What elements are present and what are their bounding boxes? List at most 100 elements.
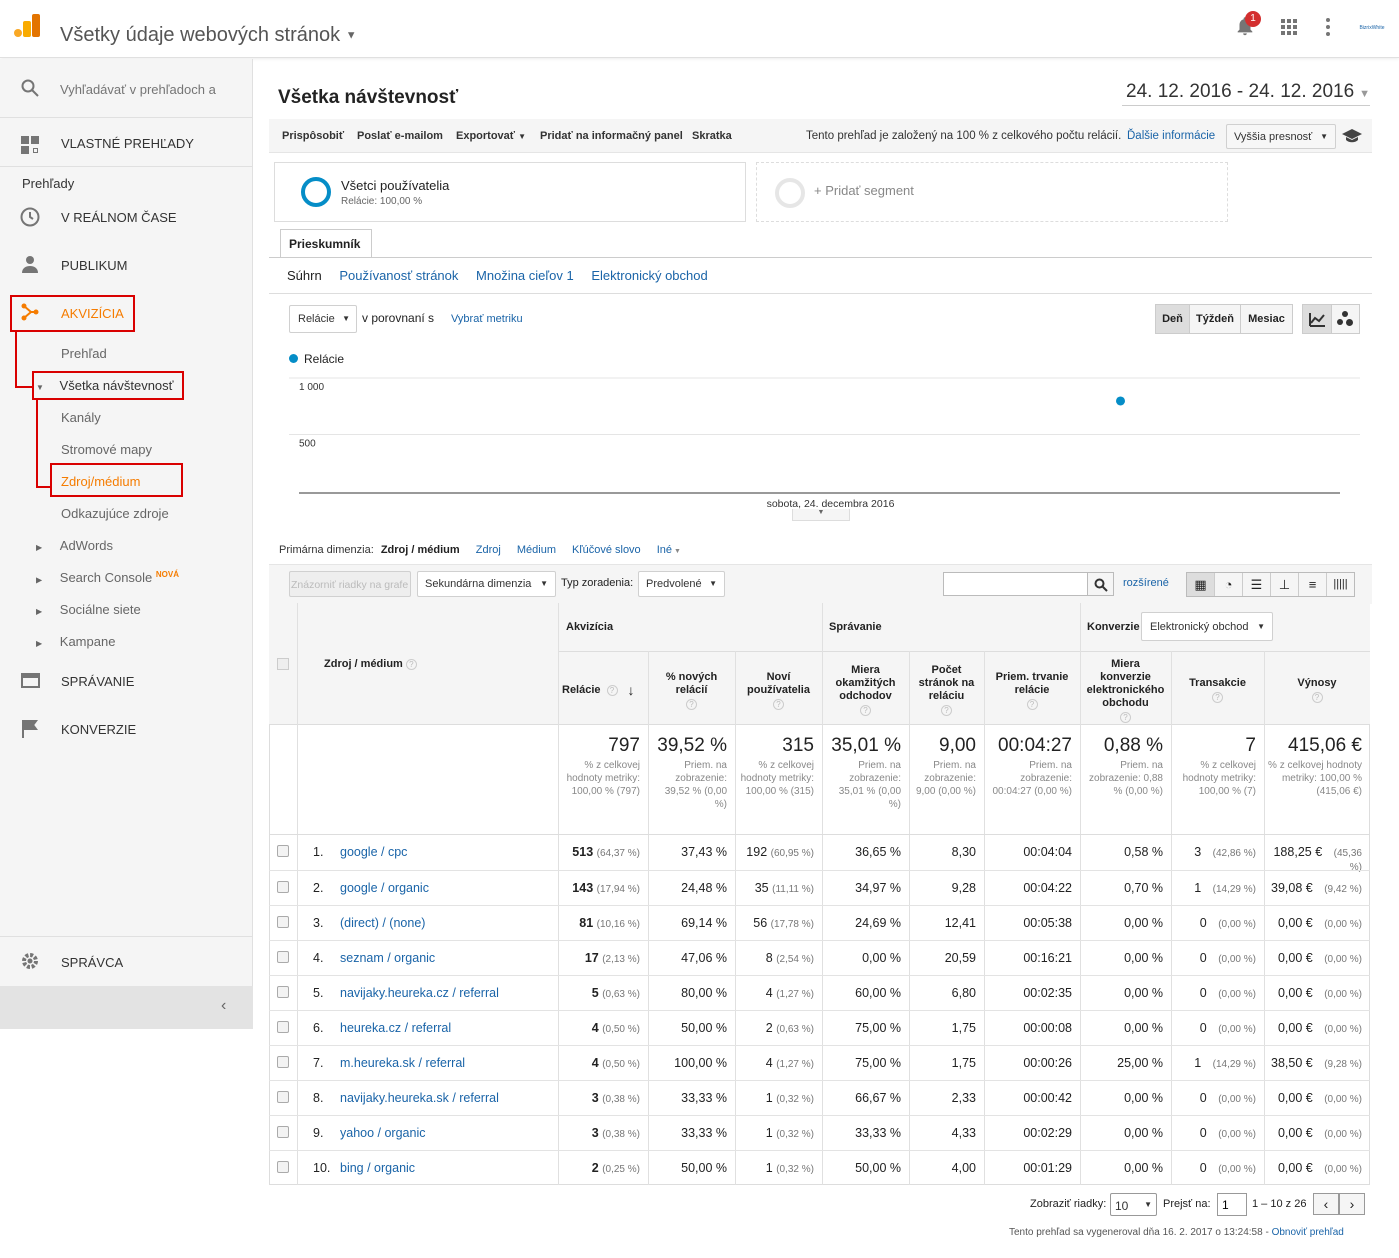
table-row[interactable]: 8. navijaky.heureka.sk / referral 3 (0,38 … xyxy=(269,1080,1370,1115)
report-search-input[interactable] xyxy=(60,79,240,99)
period-month-button[interactable]: Mesiac xyxy=(1241,305,1292,333)
collapse-sidebar-bar[interactable]: ‹ xyxy=(0,986,253,1029)
table-row[interactable]: 9. yahoo / organic 3 (0,38 %) 33,33 % 1 (0,3… xyxy=(269,1115,1370,1150)
customize-button[interactable]: Prispôsobiť xyxy=(282,130,344,142)
more-info-link[interactable]: Ďalšie informácie xyxy=(1127,130,1215,142)
select-all-checkbox[interactable] xyxy=(277,658,289,670)
sort-descending-icon[interactable]: ↓ xyxy=(628,683,635,697)
prev-page-button[interactable]: ‹ xyxy=(1313,1193,1339,1215)
column-header-ecommerce-conversion-rate[interactable]: Miera konverzie elektronického obchodu? xyxy=(1084,658,1167,723)
table-row[interactable]: 1. google / cpc 513 (64,37 %) 37,43 % 192 (6… xyxy=(269,835,1370,873)
property-selector[interactable]: Všetky údaje webových stránok ▼ xyxy=(60,24,357,47)
help-icon[interactable]: ? xyxy=(941,705,952,716)
table-view-icon[interactable]: ▦ xyxy=(1187,573,1215,596)
table-row[interactable]: 4. seznam / organic 17 (2,13 %) 47,06 % 8 (2… xyxy=(269,940,1370,975)
sidebar-item-campaigns[interactable]: ▶ Kampane xyxy=(36,634,236,649)
source-medium-link[interactable]: navijaky.heureka.cz / referral xyxy=(340,986,499,1000)
column-header-revenue[interactable]: Výnosy? xyxy=(1268,660,1366,720)
secondary-dimension-select[interactable]: Sekundárna dimenzia ▼ xyxy=(417,571,556,597)
dimension-header[interactable]: Zdroj / médium ? xyxy=(324,658,417,670)
row-checkbox[interactable] xyxy=(277,1091,289,1103)
column-header-transactions[interactable]: Transakcie? xyxy=(1175,660,1260,720)
next-page-button[interactable]: › xyxy=(1339,1193,1365,1215)
row-checkbox[interactable] xyxy=(277,986,289,998)
analytics-logo-icon[interactable] xyxy=(14,14,40,40)
sidebar-item-referrals[interactable]: Odkazujúce zdroje xyxy=(61,506,241,521)
report-search[interactable] xyxy=(0,59,253,118)
metric-select[interactable]: Relácie ▼ xyxy=(289,305,357,333)
date-range-picker[interactable]: 24. 12. 2016 - 24. 12. 2016 ▼ xyxy=(1122,76,1370,106)
row-checkbox[interactable] xyxy=(277,1021,289,1033)
table-row[interactable]: 7. m.heureka.sk / referral 4 (0,50 %) 100,0… xyxy=(269,1045,1370,1080)
sidebar-item-search-console[interactable]: ▶ Search Console NOVÁ xyxy=(36,570,246,585)
help-icon[interactable]: ? xyxy=(1026,698,1038,710)
sidebar-item-treemaps[interactable]: Stromové mapy xyxy=(61,442,241,457)
refresh-report-link[interactable]: Obnoviť prehľad xyxy=(1272,1227,1344,1238)
table-row[interactable]: 3. (direct) / (none) 81 (10,16 %) 69,14 % 56… xyxy=(269,905,1370,940)
motion-chart-icon[interactable] xyxy=(1332,305,1359,333)
source-medium-link[interactable]: bing / organic xyxy=(340,1161,415,1175)
row-checkbox[interactable] xyxy=(277,1056,289,1068)
row-checkbox[interactable] xyxy=(277,916,289,928)
sidebar-item-channels[interactable]: Kanály xyxy=(61,410,241,425)
dim-keyword[interactable]: Kľúčové slovo xyxy=(572,544,641,556)
choose-metric-link[interactable]: Vybrať metriku xyxy=(451,313,523,325)
period-week-button[interactable]: Týždeň xyxy=(1190,305,1241,333)
dim-source[interactable]: Zdroj xyxy=(476,544,501,556)
sidebar-item-admin[interactable]: SPRÁVCA xyxy=(0,936,253,986)
export-button[interactable]: Exportovať ▼ xyxy=(456,130,526,142)
shortcut-button[interactable]: Skratka xyxy=(692,130,732,142)
sidebar-item-overview[interactable]: Prehľad xyxy=(61,346,241,361)
sidebar-item-custom-reports[interactable]: VLASTNÉ PREHĽADY xyxy=(0,119,253,167)
row-checkbox[interactable] xyxy=(277,1161,289,1173)
source-medium-link[interactable]: google / cpc xyxy=(340,845,407,859)
chart-expand-handle[interactable]: ▼ xyxy=(792,509,850,521)
account-avatar[interactable]: BizrixWhite xyxy=(1355,14,1389,42)
chart-point[interactable] xyxy=(1116,396,1125,406)
goto-page-input[interactable] xyxy=(1217,1193,1247,1216)
line-chart-icon[interactable] xyxy=(1303,305,1332,333)
table-search-button[interactable] xyxy=(1087,572,1114,596)
conversion-type-select[interactable]: Elektronický obchod ▼ xyxy=(1141,612,1273,641)
advanced-filter-link[interactable]: rozšírené xyxy=(1123,577,1169,589)
help-icon[interactable]: ? xyxy=(1120,711,1131,723)
tab-explorer[interactable]: Prieskumník xyxy=(280,229,372,258)
period-day-button[interactable]: Deň xyxy=(1156,305,1190,333)
help-icon[interactable]: ? xyxy=(773,698,784,710)
source-medium-link[interactable]: navijaky.heureka.sk / referral xyxy=(340,1091,499,1105)
table-row[interactable]: 10. bing / organic 2 (0,25 %) 50,00 % 1 (0,3… xyxy=(269,1150,1370,1185)
sidebar-item-adwords[interactable]: ▶ AdWords xyxy=(36,538,236,553)
apps-grid-icon[interactable] xyxy=(1281,19,1297,35)
table-filter-input[interactable] xyxy=(943,572,1088,596)
row-checkbox[interactable] xyxy=(277,881,289,893)
column-header-pages-per-session[interactable]: Počet stránok na reláciu? xyxy=(913,660,980,720)
subtab-site-usage[interactable]: Používanosť stránok xyxy=(339,268,458,283)
help-icon[interactable]: ? xyxy=(405,658,417,670)
sidebar-item-audience[interactable]: PUBLIKUM xyxy=(0,253,253,289)
sidebar-item-behavior[interactable]: SPRÁVANIE xyxy=(0,669,253,705)
sort-type-select[interactable]: Predvolené ▼ xyxy=(638,571,725,597)
graduation-cap-icon[interactable] xyxy=(1342,129,1362,143)
term-cloud-view-icon[interactable]: ≡ xyxy=(1299,573,1327,596)
email-button[interactable]: Poslať e-mailom xyxy=(357,130,443,142)
precision-select[interactable]: Vyššia presnosť ▼ xyxy=(1226,124,1336,149)
dim-medium[interactable]: Médium xyxy=(517,544,556,556)
sidebar-item-social[interactable]: ▶ Sociálne siete xyxy=(36,602,236,617)
row-checkbox[interactable] xyxy=(277,845,289,857)
pie-view-icon[interactable]: ◔ xyxy=(1215,573,1243,596)
help-icon[interactable]: ? xyxy=(686,698,697,710)
table-row[interactable]: 2. google / organic 143 (17,94 %) 24,48 % 35… xyxy=(269,870,1370,905)
table-row[interactable]: 6. heureka.cz / referral 4 (0,50 %) 50,00 %… xyxy=(269,1010,1370,1045)
subtab-goal-set[interactable]: Množina cieľov 1 xyxy=(476,268,574,283)
column-header-bounce-rate[interactable]: Miera okamžitých odchodov? xyxy=(826,660,905,720)
column-header-avg-session-duration[interactable]: Priem. trvanie relácie? xyxy=(988,660,1076,720)
rows-per-page-select[interactable]: 10 ▼ xyxy=(1110,1193,1157,1216)
add-to-dashboard-button[interactable]: Pridať na informačný panel xyxy=(540,130,683,142)
column-header-new-sessions-pct[interactable]: % nových relácií? xyxy=(652,660,731,720)
source-medium-link[interactable]: m.heureka.sk / referral xyxy=(340,1056,465,1070)
dim-other[interactable]: Iné ▼ xyxy=(657,544,681,556)
row-checkbox[interactable] xyxy=(277,951,289,963)
table-row[interactable]: 5. navijaky.heureka.cz / referral 5 (0,63 … xyxy=(269,975,1370,1010)
plot-rows-button[interactable]: Znázorniť riadky na grafe xyxy=(289,571,411,597)
column-header-sessions[interactable]: Relácie? ↓ xyxy=(562,660,644,720)
